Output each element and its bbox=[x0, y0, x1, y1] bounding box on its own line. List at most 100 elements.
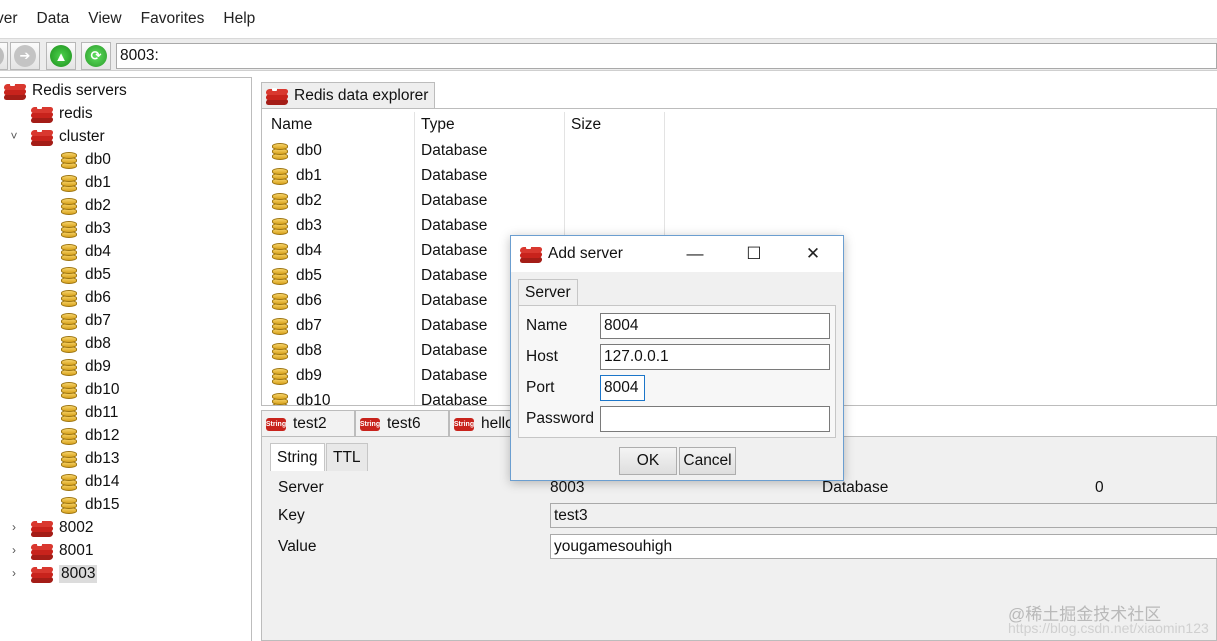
address-bar[interactable]: 8003: bbox=[116, 43, 1217, 69]
database-icon bbox=[270, 191, 290, 211]
database-icon bbox=[270, 266, 290, 286]
redis-icon bbox=[30, 127, 54, 147]
row-name: db6 bbox=[296, 291, 322, 309]
tree-db[interactable]: db4 bbox=[59, 240, 111, 263]
menu-data[interactable]: Data bbox=[37, 10, 70, 28]
row-type: Database bbox=[421, 217, 488, 234]
up-button[interactable]: ▲ bbox=[46, 42, 76, 70]
tree-db[interactable]: db7 bbox=[59, 309, 111, 332]
tree-server-cluster[interactable]: cluster bbox=[30, 125, 105, 148]
table-row[interactable]: db1 Database bbox=[262, 163, 762, 188]
password-label: Password bbox=[526, 410, 595, 427]
table-row[interactable]: db0 Database bbox=[262, 138, 762, 163]
key-tab-test2[interactable]: String test2 bbox=[261, 410, 355, 436]
tab-ttl[interactable]: TTL bbox=[326, 443, 368, 471]
row-type: Database bbox=[421, 392, 488, 406]
row-name: db7 bbox=[296, 316, 322, 334]
database-label: Database bbox=[822, 479, 889, 496]
chevron-right-icon[interactable]: › bbox=[7, 543, 21, 557]
database-icon bbox=[270, 316, 290, 336]
tree-db-label: db8 bbox=[85, 334, 111, 352]
tree-db-label: db12 bbox=[85, 426, 120, 444]
minimize-button[interactable]: — bbox=[683, 242, 707, 266]
key-tab-label: test2 bbox=[293, 414, 327, 432]
column-header-size[interactable]: Size bbox=[571, 113, 601, 137]
tree-db[interactable]: db5 bbox=[59, 263, 111, 286]
tree-db[interactable]: db12 bbox=[59, 424, 119, 447]
database-icon bbox=[270, 366, 290, 386]
key-tab-label: test6 bbox=[387, 414, 421, 432]
database-icon bbox=[59, 334, 79, 354]
tree-db[interactable]: db13 bbox=[59, 447, 119, 470]
tree-db[interactable]: db15 bbox=[59, 493, 119, 516]
maximize-button[interactable]: ☐ bbox=[742, 242, 766, 266]
database-icon bbox=[59, 357, 79, 377]
tree-db[interactable]: db2 bbox=[59, 194, 111, 217]
tree-db[interactable]: db10 bbox=[59, 378, 119, 401]
row-type: Database bbox=[421, 267, 488, 284]
key-field[interactable]: test3 bbox=[550, 503, 1217, 528]
redis-icon bbox=[30, 104, 54, 124]
tree-db[interactable]: db8 bbox=[59, 332, 111, 355]
tree-server-redis[interactable]: redis bbox=[30, 102, 93, 125]
tab-string[interactable]: String bbox=[270, 443, 325, 471]
ok-button[interactable]: OK bbox=[619, 447, 677, 475]
refresh-button[interactable]: ⟳ bbox=[81, 42, 111, 70]
tree-db[interactable]: db9 bbox=[59, 355, 111, 378]
tree-server-label: 8003 bbox=[59, 564, 98, 583]
tree-db[interactable]: db11 bbox=[59, 401, 118, 424]
forward-button[interactable]: ➔ bbox=[10, 42, 40, 70]
column-header-type[interactable]: Type bbox=[421, 113, 455, 137]
tree-db[interactable]: db6 bbox=[59, 286, 111, 309]
back-button[interactable]: ◀ bbox=[0, 42, 8, 70]
tree-root[interactable]: Redis servers bbox=[3, 79, 127, 102]
tree-db-label: db5 bbox=[85, 265, 111, 283]
chevron-right-icon[interactable]: › bbox=[7, 520, 21, 534]
tree-db[interactable]: db14 bbox=[59, 470, 119, 493]
dialog-title-bar[interactable]: Add server — ☐ ✕ bbox=[511, 236, 843, 272]
name-field[interactable]: 8004 bbox=[600, 313, 830, 339]
tree-db[interactable]: db0 bbox=[59, 148, 111, 171]
close-button[interactable]: ✕ bbox=[801, 242, 825, 266]
database-icon bbox=[59, 196, 79, 216]
redis-icon bbox=[3, 81, 27, 101]
port-field[interactable]: 8004 bbox=[600, 375, 645, 401]
column-header-name[interactable]: Name bbox=[271, 113, 312, 137]
tab-label: Redis data explorer bbox=[294, 87, 429, 104]
menu-favorites[interactable]: Favorites bbox=[141, 10, 205, 28]
redis-icon bbox=[30, 564, 54, 584]
tree-db[interactable]: db1 bbox=[59, 171, 111, 194]
name-label: Name bbox=[526, 317, 568, 334]
chevron-down-icon[interactable]: ˅ bbox=[7, 129, 21, 143]
chevron-right-icon[interactable]: › bbox=[7, 566, 21, 580]
redis-icon bbox=[30, 518, 54, 538]
tree-root-label: Redis servers bbox=[32, 81, 127, 99]
row-type: Database bbox=[421, 167, 488, 184]
tree-db-label: db11 bbox=[85, 403, 119, 421]
database-icon bbox=[59, 219, 79, 239]
password-field[interactable] bbox=[600, 406, 830, 432]
menu-help[interactable]: Help bbox=[223, 10, 255, 28]
key-tab-test6[interactable]: String test6 bbox=[355, 410, 449, 436]
host-field[interactable]: 127.0.0.1 bbox=[600, 344, 830, 370]
tree-server-8002[interactable]: 8002 bbox=[30, 516, 93, 539]
database-icon bbox=[59, 288, 79, 308]
tree-db-label: db6 bbox=[85, 288, 111, 306]
table-row[interactable]: db2 Database bbox=[262, 188, 762, 213]
row-name: db1 bbox=[296, 166, 322, 184]
back-arrow-icon: ◀ bbox=[0, 45, 4, 67]
menu-server[interactable]: ver bbox=[0, 10, 18, 28]
tree-server-8001[interactable]: 8001 bbox=[30, 539, 93, 562]
tree-server-8003[interactable]: 8003 bbox=[30, 562, 98, 585]
menu-view[interactable]: View bbox=[88, 10, 121, 28]
tree-db-label: db4 bbox=[85, 242, 111, 260]
value-field[interactable]: yougamesouhigh bbox=[550, 534, 1217, 559]
database-icon bbox=[270, 391, 290, 405]
row-name: db5 bbox=[296, 266, 322, 284]
key-tab-hello[interactable]: String hello bbox=[449, 410, 511, 436]
cancel-button[interactable]: Cancel bbox=[679, 447, 736, 475]
tree-db[interactable]: db3 bbox=[59, 217, 111, 240]
tab-server[interactable]: Server bbox=[518, 279, 578, 306]
row-name: db0 bbox=[296, 141, 322, 159]
tab-redis-data-explorer[interactable]: Redis data explorer bbox=[261, 82, 436, 109]
